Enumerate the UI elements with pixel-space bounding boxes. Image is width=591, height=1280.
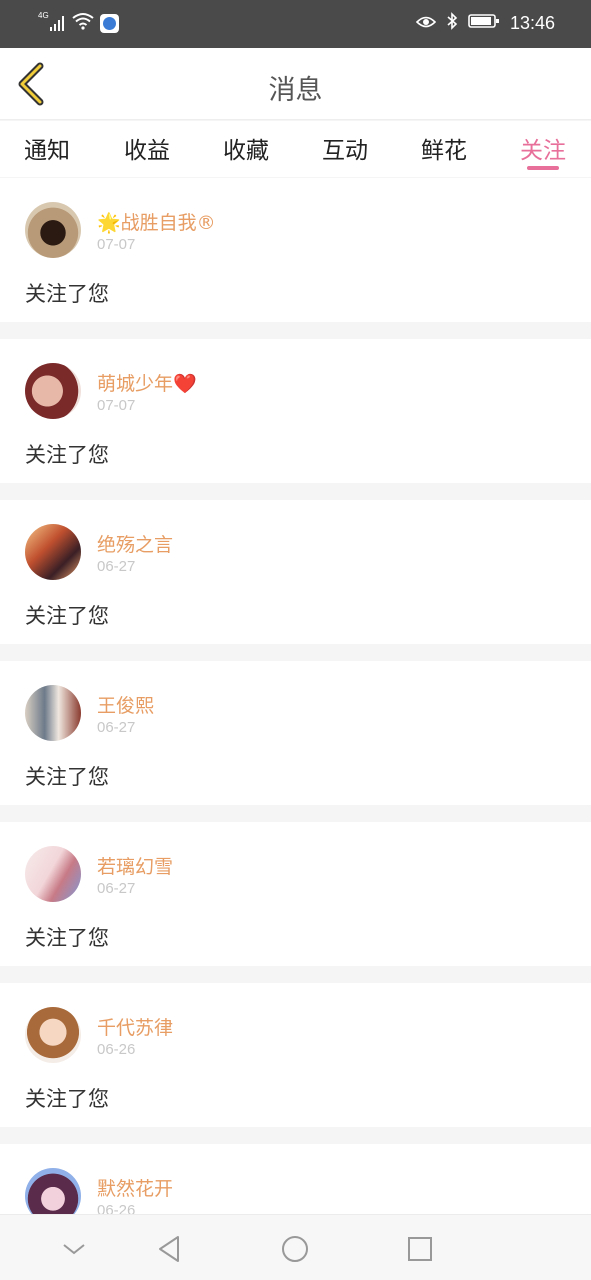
list-item[interactable]: 千代苏律 06-26 关注了您	[0, 983, 591, 1127]
username[interactable]: 王俊熙	[97, 691, 154, 718]
back-nav-button[interactable]	[150, 1229, 190, 1269]
message-text: 关注了您	[25, 282, 109, 306]
timestamp: 06-27	[97, 558, 136, 575]
username[interactable]: 默然花开	[97, 1174, 173, 1201]
timestamp: 06-27	[97, 719, 136, 736]
home-circle-icon	[282, 1236, 308, 1262]
screen: 4G 13:46 消息 通知 收益 收藏 互动 鲜花 关注 🌟战胜自我® 07-…	[0, 0, 591, 1280]
baidu-app-icon	[100, 13, 119, 33]
list-item[interactable]: 绝殇之言 06-27 关注了您	[0, 500, 591, 644]
list-item[interactable]: 萌城少年❤️ 07-07 关注了您	[0, 339, 591, 483]
recents-button[interactable]	[400, 1229, 440, 1269]
eye-icon	[415, 14, 437, 33]
status-bar: 4G 13:46	[0, 0, 591, 48]
tab-bar: 通知 收益 收藏 互动 鲜花 关注	[0, 121, 591, 177]
signal-icon: 4G	[38, 11, 66, 33]
list-item[interactable]: 🌟战胜自我® 07-07 关注了您	[0, 178, 591, 322]
clock: 13:46	[509, 12, 555, 33]
message-text: 关注了您	[25, 604, 109, 628]
avatar[interactable]	[25, 524, 81, 580]
tab-notify[interactable]: 通知	[17, 131, 77, 165]
active-tab-indicator	[527, 166, 559, 170]
back-triangle-icon	[159, 1236, 179, 1262]
timestamp: 07-07	[97, 236, 136, 253]
tab-interactions[interactable]: 互动	[315, 131, 375, 165]
list-item[interactable]: 若璃幻雪 06-27 关注了您	[0, 822, 591, 966]
username[interactable]: 萌城少年❤️	[97, 369, 197, 396]
timestamp: 06-27	[97, 880, 136, 897]
message-text: 关注了您	[25, 765, 109, 789]
avatar[interactable]	[25, 202, 81, 258]
header: 消息	[0, 48, 591, 120]
collapse-button[interactable]	[54, 1229, 94, 1269]
avatar[interactable]	[25, 1007, 81, 1063]
battery-icon	[468, 13, 500, 33]
username[interactable]: 千代苏律	[97, 1013, 173, 1040]
timestamp: 06-26	[97, 1041, 136, 1058]
page-title: 消息	[268, 75, 323, 106]
tab-follows[interactable]: 关注	[513, 131, 573, 165]
recent-square-icon	[408, 1237, 432, 1261]
tab-earnings[interactable]: 收益	[117, 131, 177, 165]
message-text: 关注了您	[25, 443, 109, 467]
home-button[interactable]	[275, 1229, 315, 1269]
tab-favorites[interactable]: 收藏	[216, 131, 276, 165]
wifi-icon	[72, 12, 94, 34]
list-item[interactable]: 王俊熙 06-27 关注了您	[0, 661, 591, 805]
avatar[interactable]	[25, 685, 81, 741]
collapse-icon	[63, 1244, 85, 1255]
username[interactable]: 🌟战胜自我®	[97, 208, 216, 235]
message-text: 关注了您	[25, 1087, 109, 1111]
avatar[interactable]	[25, 846, 81, 902]
message-text: 关注了您	[25, 926, 109, 950]
bluetooth-icon	[446, 12, 458, 34]
system-nav-bar	[0, 1214, 591, 1280]
avatar[interactable]	[25, 363, 81, 419]
status-right: 13:46	[415, 12, 555, 34]
username[interactable]: 绝殇之言	[97, 530, 173, 557]
username[interactable]: 若璃幻雪	[97, 852, 173, 879]
tab-flowers[interactable]: 鲜花	[414, 131, 474, 165]
timestamp: 07-07	[97, 397, 136, 414]
status-left: 4G	[38, 11, 119, 34]
